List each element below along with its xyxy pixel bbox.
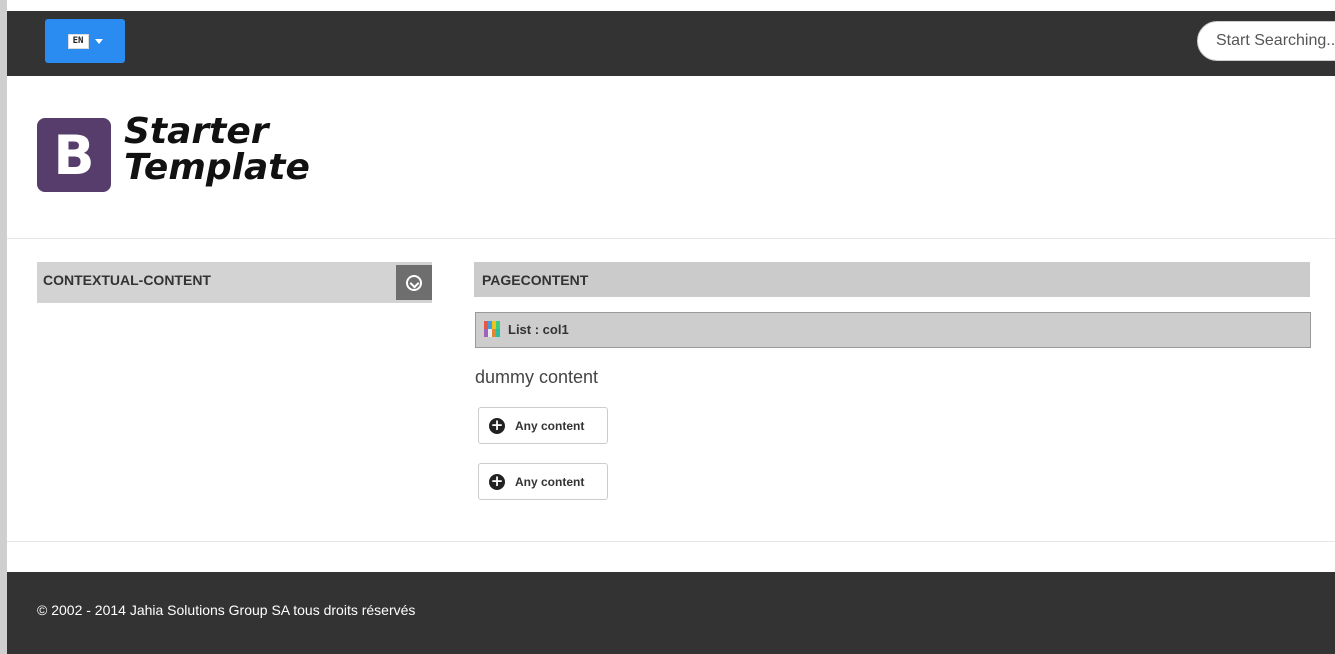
search-input[interactable]	[1197, 21, 1335, 61]
logo-mark[interactable]: B	[37, 118, 111, 192]
header-divider	[7, 238, 1335, 239]
list-col1-bar[interactable]: List : col1	[475, 312, 1311, 348]
any-content-label: Any content	[515, 474, 585, 489]
footer-divider	[7, 541, 1335, 542]
copyright-text: © 2002 - 2014 Jahia Solutions Group SA t…	[37, 602, 416, 618]
chevron-circle-down-icon	[406, 274, 422, 291]
pagecontent-title: PAGECONTENT	[482, 272, 589, 288]
language-flag-icon: EN	[67, 33, 89, 49]
any-content-button[interactable]: + Any content	[478, 407, 608, 444]
any-content-label: Any content	[515, 418, 585, 433]
logo-line-1: Starter	[124, 111, 269, 152]
dummy-content-text: dummy content	[475, 367, 599, 387]
logo-line-2: Template	[124, 147, 310, 188]
top-navbar: EN	[7, 11, 1335, 76]
contextual-content-title: CONTEXTUAL-CONTENT	[43, 272, 211, 288]
caret-down-icon	[94, 38, 103, 44]
left-border	[0, 0, 7, 654]
list-icon	[484, 321, 500, 337]
footer: © 2002 - 2014 Jahia Solutions Group SA t…	[7, 572, 1335, 654]
plus-circle-icon: +	[489, 471, 505, 490]
site-logo-text[interactable]: Starter Template	[124, 114, 310, 186]
any-content-button[interactable]: + Any content	[478, 463, 608, 500]
collapse-toggle-button[interactable]	[396, 265, 432, 300]
contextual-content-header: CONTEXTUAL-CONTENT	[37, 262, 432, 303]
list-label: List : col1	[508, 322, 569, 337]
pagecontent-header: PAGECONTENT	[474, 262, 1310, 297]
language-selector-button[interactable]: EN	[45, 19, 125, 63]
plus-circle-icon: +	[489, 415, 505, 434]
